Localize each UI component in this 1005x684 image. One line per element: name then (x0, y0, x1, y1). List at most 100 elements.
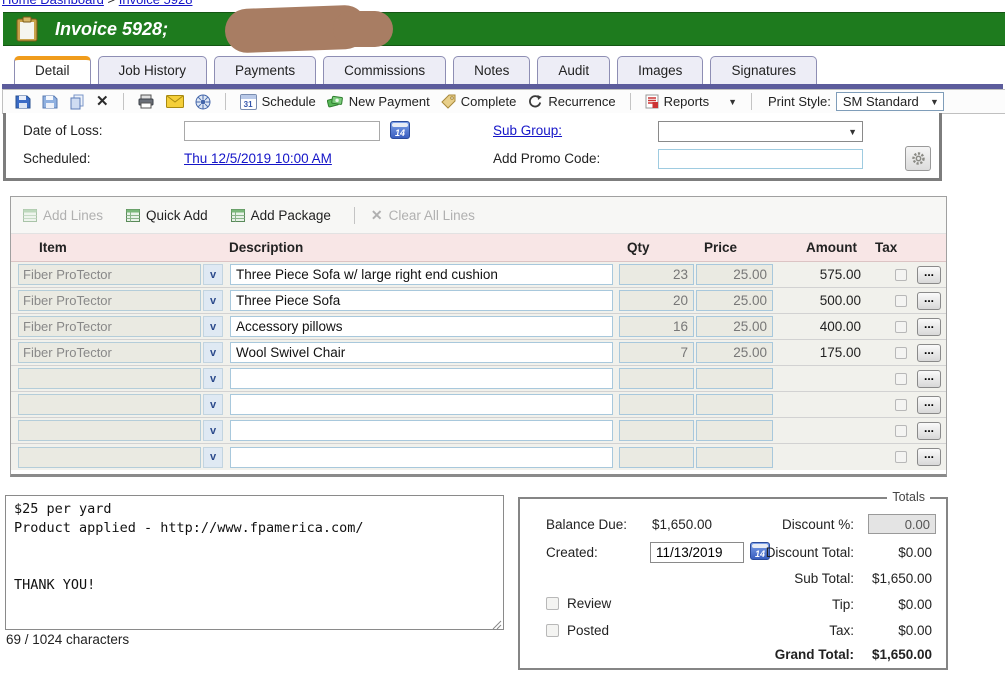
tab-notes[interactable]: Notes (453, 56, 530, 84)
qty-input[interactable] (619, 290, 694, 311)
line-options-button[interactable]: ... (917, 318, 941, 336)
tax-checkbox[interactable] (895, 295, 907, 307)
tab-audit[interactable]: Audit (537, 56, 610, 84)
print-button[interactable] (138, 94, 155, 109)
qty-input[interactable] (619, 447, 694, 468)
schedule-button[interactable]: 31 Schedule (240, 94, 316, 110)
created-date-input[interactable] (650, 542, 744, 563)
tab-commissions[interactable]: Commissions (323, 56, 446, 84)
chevron-down-icon[interactable]: v (203, 394, 223, 415)
description-input[interactable] (230, 394, 613, 415)
price-input[interactable] (696, 368, 773, 389)
delete-button[interactable]: ✕ (96, 94, 109, 109)
tab-job-history[interactable]: Job History (98, 56, 208, 84)
qty-input[interactable] (619, 264, 694, 285)
description-input[interactable] (230, 447, 613, 468)
breadcrumb-current-link[interactable]: Invoice 5928 (119, 0, 193, 7)
tax-checkbox[interactable] (895, 373, 907, 385)
tab-detail[interactable]: Detail (14, 56, 91, 84)
item-select[interactable] (18, 290, 201, 311)
copy-button[interactable] (69, 94, 85, 110)
tax-checkbox[interactable] (895, 399, 907, 411)
reports-button[interactable]: Reports ▼ (645, 94, 737, 109)
tax-checkbox[interactable] (895, 347, 907, 359)
chevron-down-icon[interactable]: v (203, 342, 223, 363)
scheduled-link[interactable]: Thu 12/5/2019 10:00 AM (184, 151, 332, 166)
chevron-down-icon[interactable]: v (203, 368, 223, 389)
description-input[interactable] (230, 368, 613, 389)
line-options-button[interactable]: ... (917, 370, 941, 388)
gear-button[interactable] (905, 146, 931, 171)
invoice-notes-textarea[interactable]: $25 per yard Product applied - http://ww… (5, 495, 504, 630)
price-input[interactable] (696, 290, 773, 311)
email-button[interactable] (166, 95, 184, 108)
line-options-button[interactable]: ... (917, 448, 941, 466)
qty-input[interactable] (619, 420, 694, 441)
description-input[interactable] (230, 290, 613, 311)
tax-checkbox[interactable] (895, 451, 907, 463)
price-input[interactable] (696, 394, 773, 415)
tip-row: Tip:$0.00 (832, 597, 932, 612)
price-input[interactable] (696, 447, 773, 468)
posted-checkbox[interactable] (546, 624, 559, 637)
save-and-close-button[interactable] (42, 94, 58, 110)
tax-checkbox[interactable] (895, 425, 907, 437)
line-options-button[interactable]: ... (917, 266, 941, 284)
item-select[interactable] (18, 342, 201, 363)
description-input[interactable] (230, 420, 613, 441)
item-select[interactable] (18, 368, 201, 389)
map-target-button[interactable] (195, 94, 211, 110)
item-select[interactable] (18, 264, 201, 285)
breadcrumb-home-link[interactable]: Home Dashboard (2, 0, 104, 7)
line-options-button[interactable]: ... (917, 396, 941, 414)
price-input[interactable] (696, 264, 773, 285)
qty-input[interactable] (619, 394, 694, 415)
line-options-button[interactable]: ... (917, 292, 941, 310)
chevron-down-icon[interactable]: v (203, 447, 223, 468)
complete-button[interactable]: Complete (441, 94, 517, 109)
qty-input[interactable] (619, 316, 694, 337)
chevron-down-icon[interactable]: v (203, 316, 223, 337)
line-options-button[interactable]: ... (917, 344, 941, 362)
discount-pct-label: Discount %: (782, 517, 854, 532)
tax-checkbox[interactable] (895, 269, 907, 281)
review-checkbox[interactable] (546, 597, 559, 610)
qty-input[interactable] (619, 368, 694, 389)
new-payment-button[interactable]: New Payment (327, 94, 430, 109)
qty-input[interactable] (619, 342, 694, 363)
item-select[interactable] (18, 316, 201, 337)
add-package-button[interactable]: Add Package (231, 208, 331, 223)
toolbar: ✕ 31 Schedule New Payment Complete Recur… (2, 89, 1005, 114)
tab-payments[interactable]: Payments (214, 56, 316, 84)
quick-add-button[interactable]: Quick Add (126, 208, 208, 223)
description-input[interactable] (230, 264, 613, 285)
line-options-button[interactable]: ... (917, 422, 941, 440)
price-input[interactable] (696, 316, 773, 337)
description-input[interactable] (230, 316, 613, 337)
chevron-down-icon[interactable]: v (203, 420, 223, 441)
price-input[interactable] (696, 420, 773, 441)
save-button[interactable] (15, 94, 31, 110)
clear-all-lines-button[interactable]: ✕ Clear All Lines (371, 207, 475, 224)
promo-code-input[interactable] (658, 149, 863, 169)
recurrence-button[interactable]: Recurrence (527, 94, 615, 109)
price-input[interactable] (696, 342, 773, 363)
item-select[interactable] (18, 394, 201, 415)
tab-images[interactable]: Images (617, 56, 703, 84)
sub-group-select[interactable]: ▼ (658, 121, 863, 142)
chevron-down-icon[interactable]: v (203, 290, 223, 311)
calendar-picker-icon[interactable]: 14 (390, 121, 410, 139)
item-select[interactable] (18, 420, 201, 441)
sub-group-link[interactable]: Sub Group: (493, 123, 562, 138)
tab-signatures[interactable]: Signatures (710, 56, 817, 84)
add-lines-button[interactable]: Add Lines (23, 208, 103, 223)
target-icon (195, 94, 211, 110)
chevron-down-icon[interactable]: v (203, 264, 223, 285)
date-of-loss-input[interactable] (184, 121, 380, 141)
item-select[interactable] (18, 447, 201, 468)
description-input[interactable] (230, 342, 613, 363)
tax-checkbox[interactable] (895, 321, 907, 333)
print-style-select[interactable]: SM Standard ▼ (836, 92, 944, 111)
created-label: Created: (546, 545, 598, 560)
discount-pct-input[interactable] (868, 514, 936, 534)
